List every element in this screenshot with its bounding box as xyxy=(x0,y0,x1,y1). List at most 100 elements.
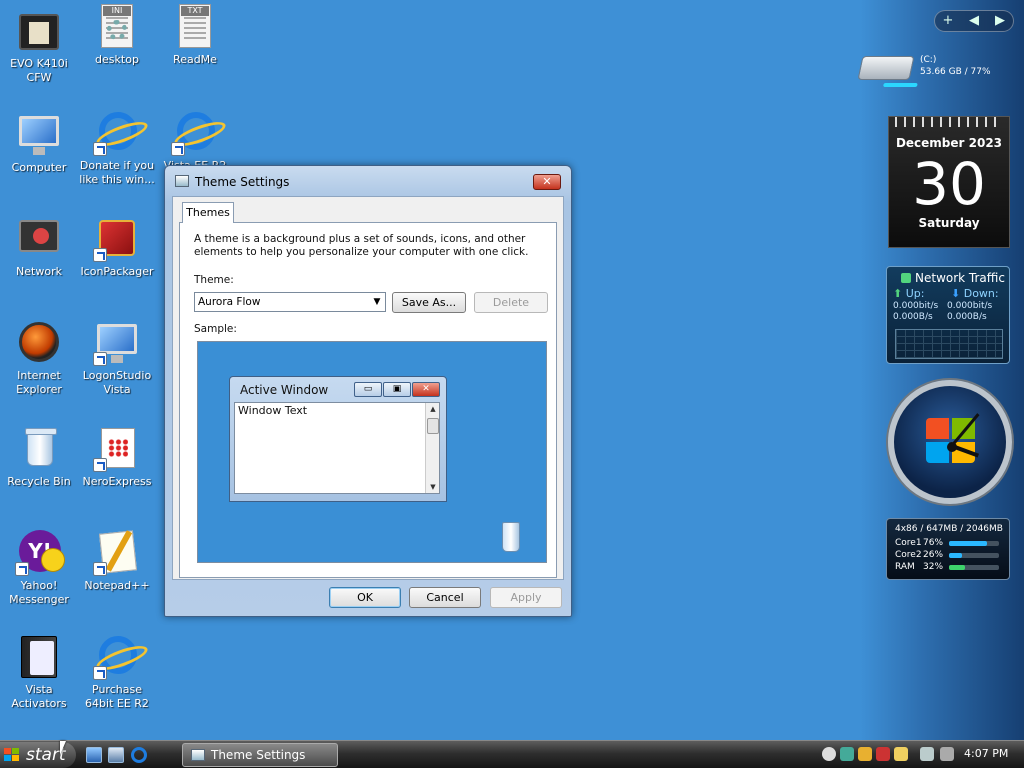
cpu-meter-row: Core2 26% xyxy=(895,550,1009,560)
display-settings-icon xyxy=(191,749,205,761)
previous-page-button[interactable]: ◀ xyxy=(961,11,987,31)
desktop-icon-notepad-plus-plus[interactable]: Notepad++ xyxy=(78,528,156,593)
minimize-icon: ▭ xyxy=(354,382,382,397)
desktop-icon-logonstudio[interactable]: LogonStudio Vista xyxy=(78,318,156,397)
meter-track xyxy=(949,564,999,570)
clock-pin xyxy=(947,442,957,452)
theme-select[interactable]: Aurora Flow ▼ xyxy=(194,292,386,312)
security-shield-icon[interactable] xyxy=(876,747,890,761)
clock-gadget[interactable] xyxy=(888,380,1012,504)
theme-sample-preview: Active Window ▭ ▣ ✕ Window Text ▲ ▼ xyxy=(197,341,547,563)
sample-recycle-bin-icon xyxy=(502,522,520,552)
iconpackager-icon xyxy=(93,214,141,262)
yahoo-messenger-icon: Y! xyxy=(15,528,65,576)
desktop-icon-label: EVO K410i CFW xyxy=(10,57,68,84)
taskbar: start Theme Settings 4:07 PM xyxy=(0,740,1024,768)
tray-icon-network[interactable] xyxy=(840,747,854,761)
scroll-thumb xyxy=(427,418,439,434)
apply-button[interactable]: Apply xyxy=(490,587,562,608)
desktop-icon-evo-k410i[interactable]: EVO K410i CFW xyxy=(0,6,78,85)
meter-name: Core2 xyxy=(895,550,922,560)
drive-usage: 53.66 GB / 77% xyxy=(920,67,991,77)
desktop-icon-label: Yahoo! Messenger xyxy=(9,579,69,606)
show-desktop-icon[interactable] xyxy=(86,747,102,763)
desktop-icon-label: ReadMe xyxy=(173,53,217,66)
dialog-titlebar[interactable]: Theme Settings ✕ xyxy=(165,166,571,196)
internet-explorer-icon xyxy=(15,318,63,366)
desktop: EVO K410i CFW Computer Network Internet … xyxy=(0,0,1024,740)
desktop-icon-label: Recycle Bin xyxy=(7,475,71,488)
meter-percent: 32% xyxy=(923,562,944,572)
tray-icon-wand[interactable] xyxy=(894,747,908,761)
network-traffic-gadget[interactable]: Network Traffic ⬆ Up: ⬇ Down: 0.000bit/s… xyxy=(886,266,1010,364)
internet-explorer-icon[interactable] xyxy=(131,747,147,763)
sample-window-body: Window Text ▲ ▼ xyxy=(234,402,440,494)
desktop-icon-label: NeroExpress xyxy=(82,475,152,488)
folder-icon xyxy=(15,632,63,680)
desktop-icon-purchase[interactable]: Purchase 64bit EE R2 xyxy=(78,632,156,711)
traffic-graph xyxy=(895,329,1003,359)
download-bytes: 0.000B/s xyxy=(947,312,987,322)
add-gadget-button[interactable]: + xyxy=(935,11,961,31)
desktop-icon-label: Internet Explorer xyxy=(16,369,62,396)
cpu-meter-gadget[interactable]: 4x86 / 647MB / 2046MB Core1 76% Core2 26… xyxy=(886,518,1010,580)
calendar-gadget[interactable]: December 2023 30 Saturday xyxy=(888,116,1010,248)
upload-bits: 0.000bit/s xyxy=(893,301,939,311)
sample-window-text: Window Text xyxy=(238,404,308,417)
desktop-icon-label: Notepad++ xyxy=(84,579,150,592)
display-settings-icon xyxy=(175,175,189,187)
tray-icon-minimize[interactable] xyxy=(822,747,836,761)
desktop-icon-internet-explorer[interactable]: Internet Explorer xyxy=(0,318,78,397)
windows-flag-icon xyxy=(4,748,20,762)
ini-file-icon: INI xyxy=(93,2,141,50)
desktop-icon-yahoo-messenger[interactable]: Y! Yahoo! Messenger xyxy=(0,528,78,607)
network-traffic-title: Network Traffic xyxy=(915,271,1005,285)
network-connection-icon[interactable] xyxy=(920,747,934,761)
desktop-icon-recycle-bin[interactable]: Recycle Bin xyxy=(0,424,78,489)
upload-label: ⬆ Up: xyxy=(893,287,925,300)
mouse-cursor-icon xyxy=(60,741,66,755)
themes-panel: A theme is a background plus a set of so… xyxy=(179,222,557,578)
meter-track xyxy=(949,552,999,558)
desktop-icon-desktop-ini[interactable]: INI desktop xyxy=(78,2,156,67)
desktop-icon-computer[interactable]: Computer xyxy=(0,110,78,175)
switch-windows-icon[interactable] xyxy=(108,747,124,763)
up-arrow-icon: ⬆ xyxy=(893,287,903,300)
taskbar-button-theme-settings[interactable]: Theme Settings xyxy=(182,743,338,767)
network-icon xyxy=(901,273,911,283)
maximize-icon: ▣ xyxy=(383,382,411,397)
next-page-button[interactable]: ▶ xyxy=(987,11,1013,31)
tray-icon-app[interactable] xyxy=(858,747,872,761)
desktop-icon-label: IconPackager xyxy=(80,265,154,278)
ok-button[interactable]: OK xyxy=(329,587,401,608)
logonstudio-icon xyxy=(93,318,141,366)
desktop-icon-vista-activators[interactable]: Vista Activators xyxy=(0,632,78,711)
desktop-icon-label: LogonStudio Vista xyxy=(82,369,152,396)
download-label: ⬇ Down: xyxy=(951,287,999,300)
desktop-icon-network[interactable]: Network xyxy=(0,214,78,279)
desktop-icon-label: Vista Activators xyxy=(11,683,67,710)
theme-select-value: Aurora Flow xyxy=(198,296,261,308)
meter-percent: 76% xyxy=(923,538,944,548)
clock-time[interactable]: 4:07 PM xyxy=(964,747,1008,760)
nero-express-icon xyxy=(93,424,141,472)
desktop-icon-label: Network xyxy=(16,265,62,278)
desktop-icon-vista-ee-r2[interactable]: Vista EE R2 xyxy=(156,108,234,173)
cancel-button[interactable]: Cancel xyxy=(409,587,481,608)
desktop-icon-label: Donate if you like this win... xyxy=(79,159,155,186)
close-button[interactable]: ✕ xyxy=(533,174,561,190)
delete-button[interactable]: Delete xyxy=(474,292,548,313)
theme-label: Theme: xyxy=(194,274,234,286)
taskbar-button-label: Theme Settings xyxy=(211,748,306,762)
cpu-meter-header: 4x86 / 647MB / 2046MB xyxy=(895,524,1003,534)
desktop-icon-donate[interactable]: Donate if you like this win... xyxy=(78,108,156,187)
desktop-icon-neroexpress[interactable]: NeroExpress xyxy=(78,424,156,489)
tab-themes[interactable]: Themes xyxy=(182,202,234,223)
desktop-icon-readme[interactable]: TXT ReadMe xyxy=(156,2,234,67)
save-as-button[interactable]: Save As... xyxy=(392,292,466,313)
drive-meter-gadget[interactable]: (C:) 53.66 GB / 77% xyxy=(857,48,1014,88)
notepad-plus-plus-icon xyxy=(93,528,141,576)
volume-muted-icon[interactable] xyxy=(940,747,954,761)
sample-label: Sample: xyxy=(194,323,237,335)
desktop-icon-iconpackager[interactable]: IconPackager xyxy=(78,214,156,279)
